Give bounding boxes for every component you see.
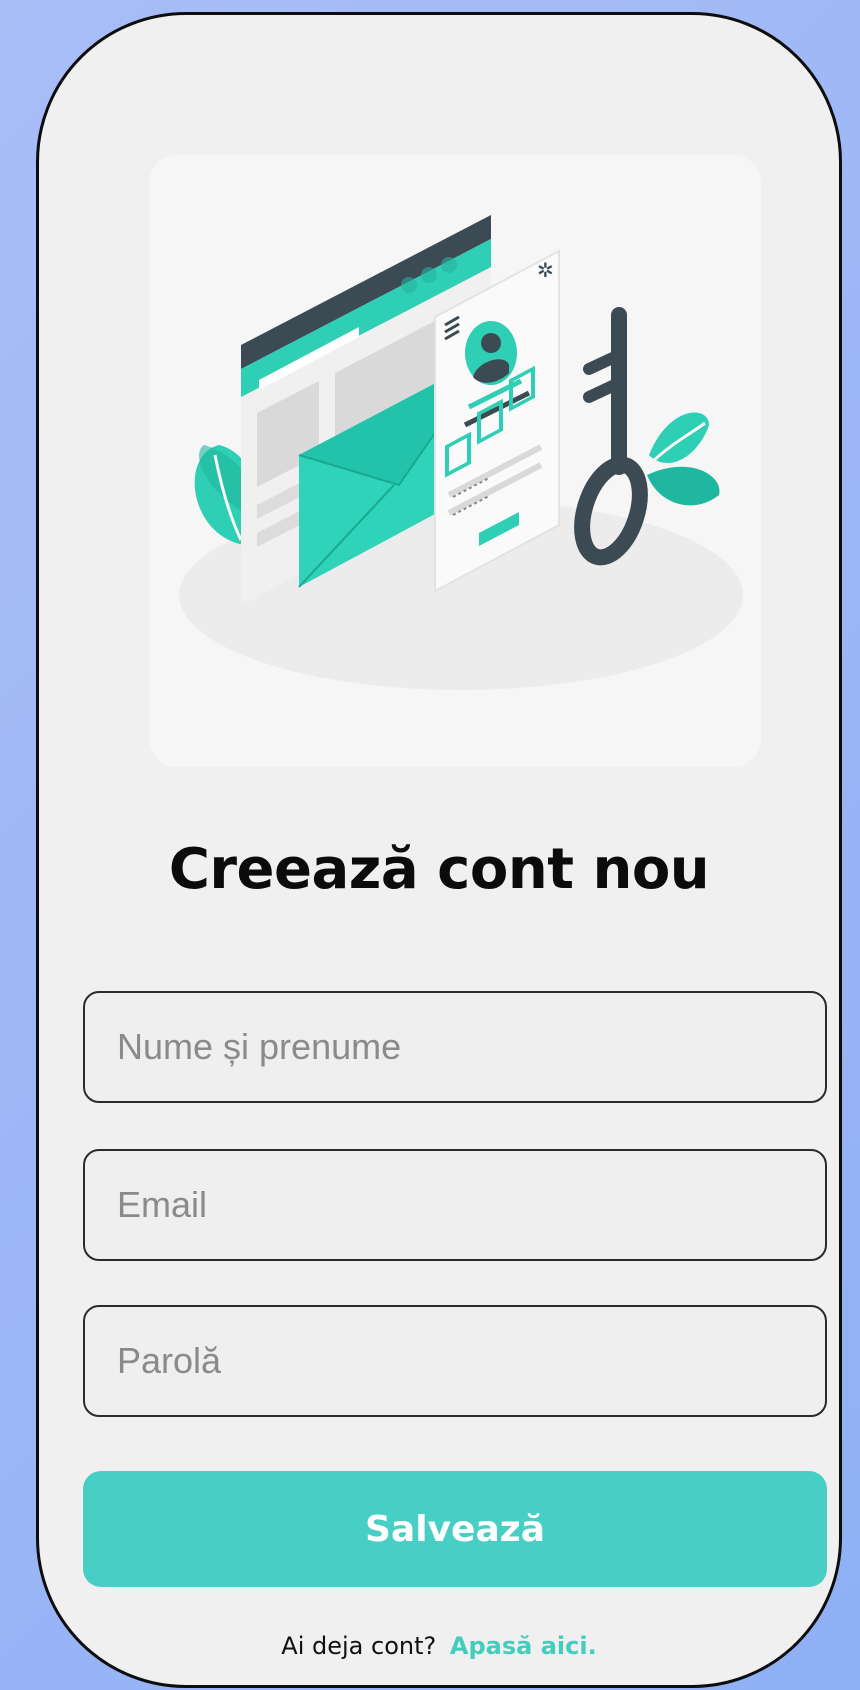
svg-text:✲: ✲ (537, 258, 554, 282)
phone-frame: ✲ Creează cont nou Nume și prenume Email… (36, 12, 842, 1688)
email-input[interactable] (85, 1151, 825, 1259)
email-field[interactable] (83, 1149, 827, 1261)
login-prompt-text: Ai deja cont? (281, 1632, 437, 1660)
password-input[interactable] (85, 1307, 825, 1415)
plant-right-icon (647, 412, 720, 506)
login-link[interactable]: Apasă aici. (450, 1632, 597, 1660)
password-field[interactable] (83, 1305, 827, 1417)
signup-illustration: ✲ (149, 155, 761, 767)
page-title: Creează cont nou (168, 837, 710, 902)
full-name-field[interactable] (83, 991, 827, 1103)
full-name-input[interactable] (85, 993, 825, 1101)
login-prompt-line: Ai deja cont? Apasă aici. (39, 1632, 839, 1660)
save-button[interactable]: Salvează (83, 1471, 827, 1587)
